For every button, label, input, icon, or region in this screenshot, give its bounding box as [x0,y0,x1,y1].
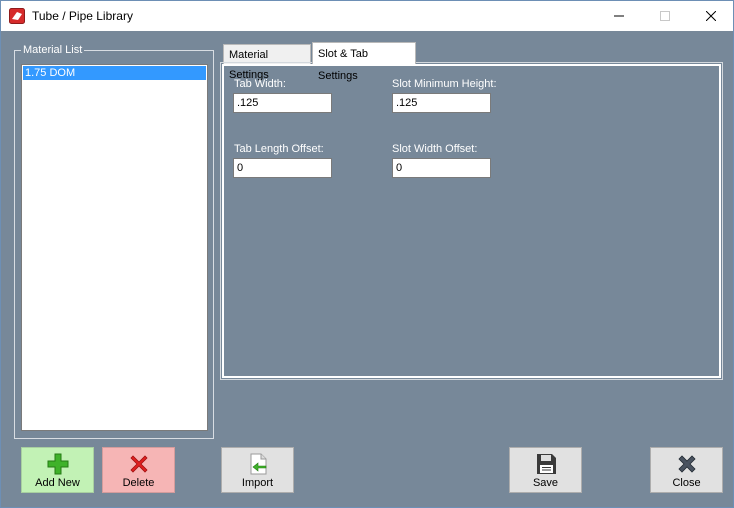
list-item[interactable]: 1.75 DOM [23,66,206,80]
app-icon [9,8,25,24]
tab-material-settings[interactable]: Material Settings [223,44,311,81]
add-new-label: Add New [35,477,80,489]
tab-slot-tab-settings[interactable]: Slot & Tab Settings [312,42,416,82]
x-icon [127,452,151,476]
tube-pipe-library-window: Tube / Pipe Library Material List 1.75 D… [0,0,734,508]
close-window-button[interactable] [688,1,734,31]
plus-icon [46,452,70,476]
tab-width-label: Tab Width: [234,78,286,90]
close-button[interactable]: Close [650,447,723,493]
tab-width-field[interactable]: .125 [233,93,332,113]
material-list-label: Material List [21,44,85,56]
tab-length-offset-field[interactable]: 0 [233,158,332,178]
material-listbox[interactable]: 1.75 DOM [21,64,208,431]
import-button[interactable]: Import [221,447,294,493]
maximize-icon [660,11,670,21]
delete-button[interactable]: Delete [102,447,175,493]
maximize-button[interactable] [642,1,688,31]
close-icon [675,452,699,476]
title-bar: Tube / Pipe Library [1,1,733,31]
slot-width-offset-label: Slot Width Offset: [392,143,478,155]
window-title: Tube / Pipe Library [32,9,133,23]
minimize-icon [614,15,624,17]
close-icon [706,11,716,21]
save-label: Save [532,477,559,489]
close-label: Close [672,477,701,489]
import-icon [246,452,270,476]
slot-min-height-field[interactable]: .125 [392,93,491,113]
import-label: Import [241,477,274,489]
minimize-button[interactable] [596,1,642,31]
add-new-button[interactable]: Add New [21,447,94,493]
save-button[interactable]: Save [509,447,582,493]
floppy-disk-icon [534,452,558,476]
delete-label: Delete [122,477,155,489]
tab-length-offset-label: Tab Length Offset: [234,143,324,155]
slot-min-height-label: Slot Minimum Height: [392,78,497,90]
slot-width-offset-field[interactable]: 0 [392,158,491,178]
